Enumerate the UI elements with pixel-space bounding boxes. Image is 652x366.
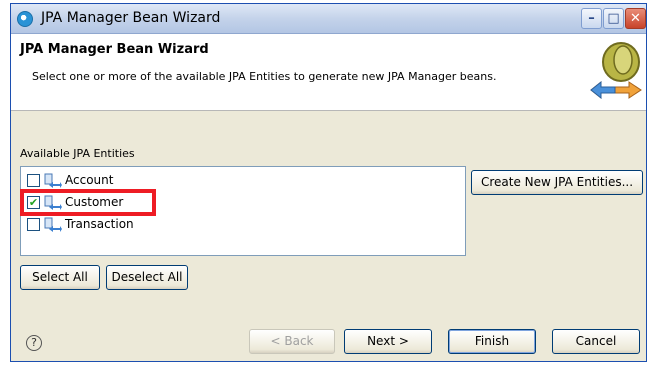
- banner-title: JPA Manager Bean Wizard: [20, 42, 209, 57]
- account-checkbox[interactable]: [27, 174, 40, 187]
- account-label: Account: [65, 173, 114, 187]
- minimize-button[interactable]: –: [581, 8, 602, 29]
- transaction-checkbox[interactable]: [27, 218, 40, 231]
- banner-description: Select one or more of the available JPA …: [32, 70, 497, 83]
- cancel-button[interactable]: Cancel: [552, 329, 640, 354]
- entity-icon: [44, 217, 62, 232]
- finish-button[interactable]: Finish: [448, 329, 536, 354]
- deselect-all-button[interactable]: Deselect All: [106, 265, 188, 290]
- customer-highlight-box: [20, 189, 156, 216]
- title-bar[interactable]: JPA Manager Bean Wizard – □ ✕: [11, 4, 646, 34]
- window-title: JPA Manager Bean Wizard: [41, 10, 221, 26]
- back-button[interactable]: < Back: [249, 329, 335, 354]
- close-button[interactable]: ✕: [625, 8, 646, 29]
- jpa-bean-wizard-graphic: [590, 42, 642, 100]
- wizard-banner: JPA Manager Bean Wizard Select one or mo…: [11, 34, 646, 111]
- eclipse-icon: [17, 11, 33, 27]
- next-button[interactable]: Next >: [344, 329, 432, 354]
- wizard-window: JPA Manager Bean Wizard – □ ✕ JPA Manage…: [10, 3, 647, 362]
- available-entities-label: Available JPA Entities: [20, 147, 135, 160]
- transaction-label: Transaction: [65, 217, 134, 231]
- entity-icon: [44, 173, 62, 188]
- maximize-button[interactable]: □: [603, 8, 624, 29]
- list-item[interactable]: Transaction: [21, 214, 465, 236]
- create-new-jpa-entities-button[interactable]: Create New JPA Entities...: [471, 170, 643, 195]
- help-icon[interactable]: ?: [26, 335, 42, 351]
- select-all-button[interactable]: Select All: [20, 265, 100, 290]
